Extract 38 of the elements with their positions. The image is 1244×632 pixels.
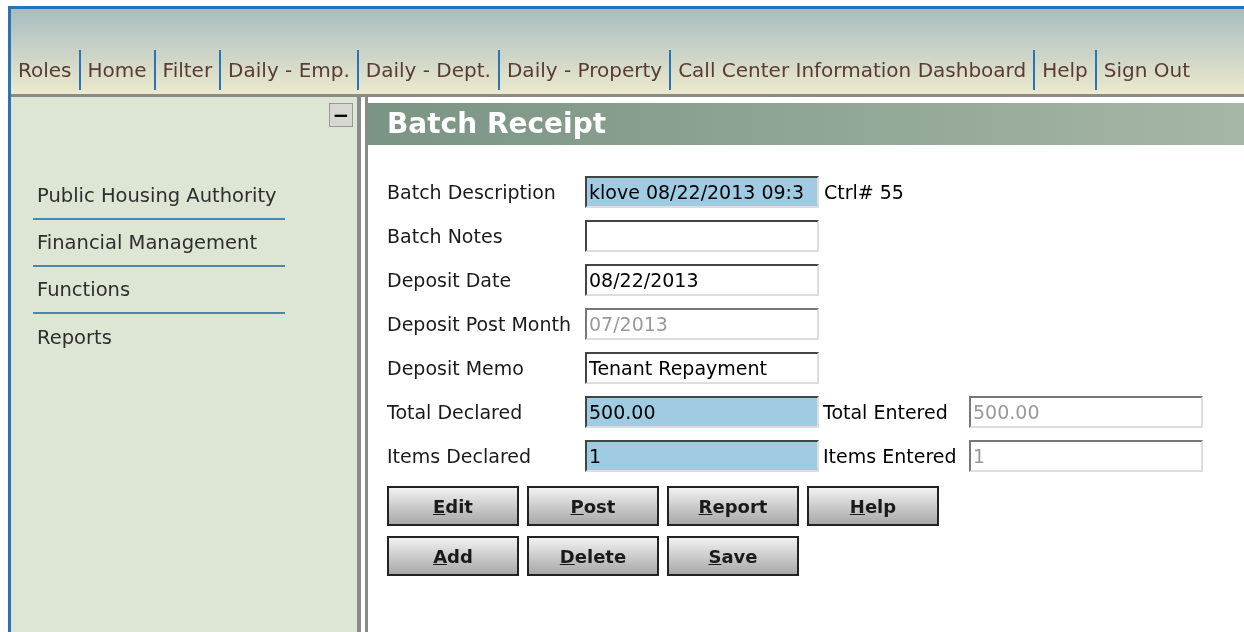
nav-link[interactable]: Home bbox=[80, 55, 154, 85]
nav-link[interactable]: Sign Out bbox=[1096, 55, 1197, 85]
text-field[interactable]: 1 bbox=[585, 440, 819, 472]
nav-link[interactable]: Help bbox=[1035, 55, 1095, 85]
field-label: Batch Description bbox=[387, 179, 557, 205]
field-label: Items Entered bbox=[823, 443, 958, 469]
collapse-button[interactable]: − bbox=[329, 103, 353, 127]
field-label: Deposit Date bbox=[387, 267, 513, 293]
field-label: Batch Notes bbox=[387, 223, 504, 249]
field-label: Deposit Post Month bbox=[387, 311, 573, 337]
field-label: Items Declared bbox=[387, 443, 533, 469]
nav-link[interactable]: Call Center Information Dashboard bbox=[671, 55, 1034, 85]
action-button[interactable]: Add bbox=[387, 536, 519, 576]
text-field[interactable]: 08/22/2013 bbox=[585, 264, 819, 296]
sidebar-item[interactable]: Reports bbox=[33, 322, 112, 353]
action-button[interactable]: Post bbox=[527, 486, 659, 526]
sidebar-item[interactable]: Financial Management bbox=[33, 227, 258, 258]
action-button[interactable]: Help bbox=[807, 486, 939, 526]
nav-link[interactable]: Filter bbox=[155, 55, 220, 85]
text-field[interactable] bbox=[585, 220, 819, 252]
panel-title: Batch Receipt bbox=[387, 106, 607, 142]
nav-link[interactable]: Daily - Dept. bbox=[358, 55, 498, 85]
control-number: Ctrl# 55 bbox=[824, 179, 904, 205]
action-button[interactable]: Edit bbox=[387, 486, 519, 526]
text-field[interactable]: 500.00 bbox=[585, 396, 819, 428]
nav-link[interactable]: Roles bbox=[11, 55, 79, 85]
text-field[interactable]: Tenant Repayment bbox=[585, 352, 819, 384]
nav-link[interactable]: Daily - Emp. bbox=[221, 55, 357, 85]
sidebar-item[interactable]: Public Housing Authority bbox=[33, 180, 277, 211]
action-button[interactable]: Delete bbox=[527, 536, 659, 576]
text-field[interactable]: klove 08/22/2013 09:3 bbox=[585, 176, 819, 208]
field-label: Total Entered bbox=[823, 399, 949, 425]
field-label: Total Declared bbox=[387, 399, 524, 425]
field-label: Deposit Memo bbox=[387, 355, 525, 381]
action-button[interactable]: Save bbox=[667, 536, 799, 576]
sidebar-item[interactable]: Functions bbox=[33, 274, 131, 305]
nav-link[interactable]: Daily - Property bbox=[499, 55, 670, 85]
action-button[interactable]: Report bbox=[667, 486, 799, 526]
